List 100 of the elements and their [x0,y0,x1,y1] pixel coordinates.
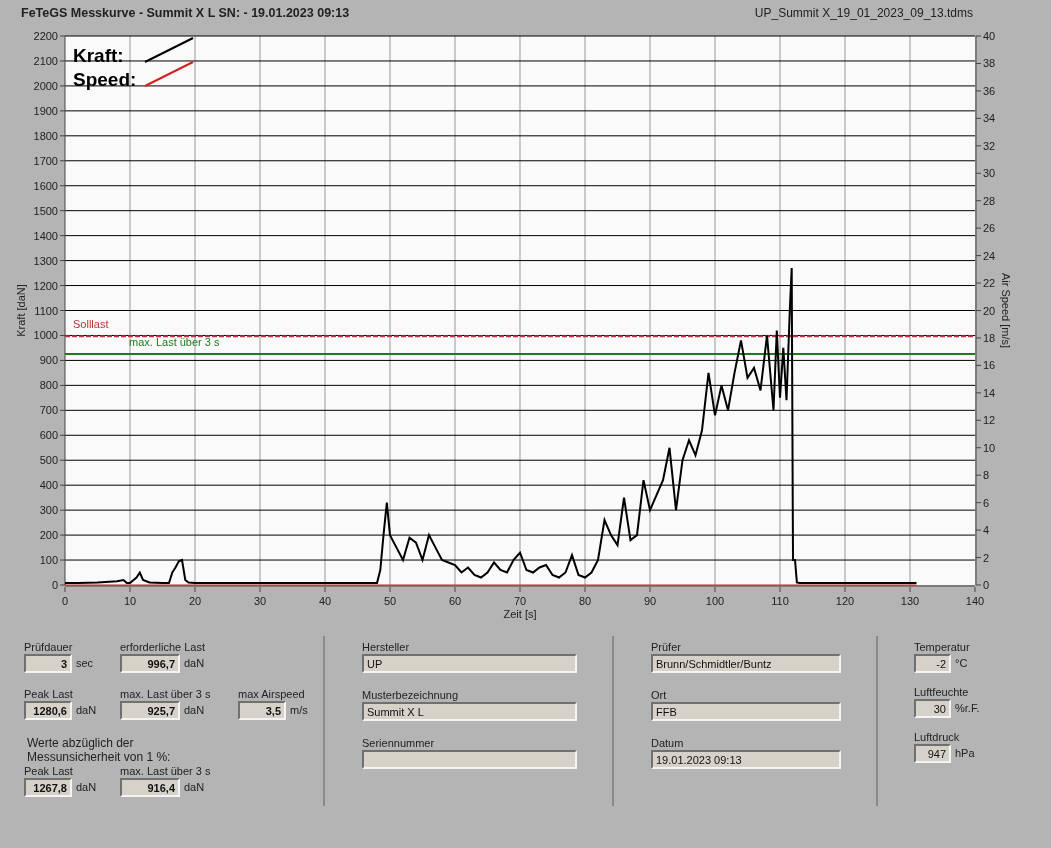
field-label: Seriennummer [362,736,436,750]
value-field[interactable]: 1267,8 [24,778,72,797]
value-field[interactable]: 3,5 [238,701,286,720]
axis-tick-label: 4 [983,524,990,537]
axis-tick-label: 130 [900,595,920,607]
axis-tick-label: 500 [39,454,58,467]
axis-tick-label: 2000 [33,79,58,92]
axis-tick-label: 20 [983,304,996,317]
axis-tick-label: 700 [39,404,58,417]
field-label: Datum [651,736,685,750]
unit-label: °C [955,656,968,672]
field-label: Peak Last [24,687,74,701]
axis-tick-label: 1700 [33,154,58,167]
value-field[interactable]: 19.01.2023 09:13 [651,750,841,769]
value-field[interactable]: -2 [914,654,951,673]
unit-label: hPa [955,746,975,762]
value-field[interactable]: 3 [24,654,72,673]
value-field[interactable]: 916,4 [120,778,180,797]
axis-title: Air Speed [m/s] [1000,272,1012,349]
field-label: Ort [651,688,668,702]
axis-tick-label: 60 [448,595,462,607]
axis-tick-label: 140 [965,595,985,607]
axis-tick-label: 1000 [33,329,58,342]
axis-tick-label: 200 [39,529,58,542]
legend-label: Kraft: [73,45,124,66]
axis-tick-label: 1300 [33,254,58,267]
axis-tick-label: 100 [39,554,58,567]
axis-tick-label: 1500 [33,204,58,217]
unit-label: daN [76,780,97,796]
value-field[interactable]: FFB [651,702,841,721]
field-label: max. Last über 3 s [120,687,212,701]
legend-label: Speed: [73,69,137,90]
field-label: Hersteller [362,640,411,654]
axis-tick-label: 14 [983,386,996,399]
field-label: Luftdruck [914,730,961,744]
axis-tick-label: 120 [835,595,855,607]
axis-tick-label: 28 [983,194,996,207]
axis-tick-label: 12 [983,414,996,427]
unit-label: m/s [290,703,308,719]
axis-tick-label: 32 [983,139,996,152]
value-field[interactable] [362,750,577,769]
value-field[interactable]: Summit X L [362,702,577,721]
value-field[interactable]: UP [362,654,577,673]
axis-tick-label: 110 [771,595,789,607]
axis-tick-label: 1900 [33,104,58,117]
axis-tick-label: 40 [318,595,332,607]
axis-tick-label: 1400 [33,229,58,242]
field-label: Musterbezeichnung [362,688,459,702]
axis-title: Kraft [daN] [15,284,27,337]
axis-tick-label: 10 [983,441,996,454]
axis-tick-label: 800 [39,379,58,392]
axis-tick-label: 2100 [33,54,58,67]
unit-label: daN [184,703,205,719]
window-title: FeTeGS Messkurve - Summit X L SN: - 19.01.2023 09:13 [21,4,350,22]
axis-tick-label: 1200 [33,279,58,292]
field-label: Temperatur [914,640,971,654]
unit-label: daN [184,656,205,672]
axis-tick-label: 26 [983,222,996,235]
field-label: Peak Last [24,764,74,778]
axis-tick-label: 40 [983,30,996,42]
axis-tick-label: 24 [983,249,996,262]
axis-tick-label: 1800 [33,129,58,142]
unit-label: daN [76,703,97,719]
value-field[interactable]: 996,7 [120,654,180,673]
axis-tick-label: 300 [39,504,58,517]
field-label: Luftfeuchte [914,685,970,699]
axis-tick-label: 70 [513,595,527,607]
axis-tick-label: 16 [983,359,996,372]
reference-label: Solllast [73,318,109,331]
value-field[interactable]: 925,7 [120,701,180,720]
value-field[interactable]: 1280,6 [24,701,72,720]
axis-tick-label: 10 [123,595,137,607]
axis-tick-label: 30 [253,595,267,607]
axis-tick-label: 0 [51,579,58,591]
field-label: Prüfdauer [24,640,74,654]
axis-tick-label: 1100 [34,304,58,317]
legend-swatch [144,61,194,87]
axis-title: Zeit [s] [503,608,537,620]
axis-tick-label: 2200 [33,30,58,42]
field-label: erforderliche Last [120,640,206,654]
axis-tick-label: 90 [643,595,657,607]
reference-label: max. Last über 3 s [129,336,220,348]
field-label: max. Last über 3 s [120,764,212,778]
unit-label: %r.F. [955,701,980,717]
axis-tick-label: 2 [983,551,990,564]
axis-tick-label: 80 [578,595,592,607]
file-name: UP_Summit X_19_01_2023_09_13.tdms [754,5,973,22]
value-field[interactable]: 30 [914,699,951,718]
axis-tick-label: 400 [39,479,58,492]
axis-tick-label: 38 [983,57,996,70]
value-field[interactable]: Brunn/Schmidtler/Buntz [651,654,841,673]
axis-tick-label: 22 [983,277,996,290]
axis-tick-label: 8 [983,469,990,482]
value-field[interactable]: 947 [914,744,951,763]
axis-tick-label: 0 [983,579,990,591]
axis-tick-label: 30 [983,167,996,180]
axis-tick-label: 18 [983,331,996,344]
unit-label: sec [76,656,94,672]
axis-tick-label: 100 [705,595,725,607]
axis-tick-label: 36 [983,84,996,97]
